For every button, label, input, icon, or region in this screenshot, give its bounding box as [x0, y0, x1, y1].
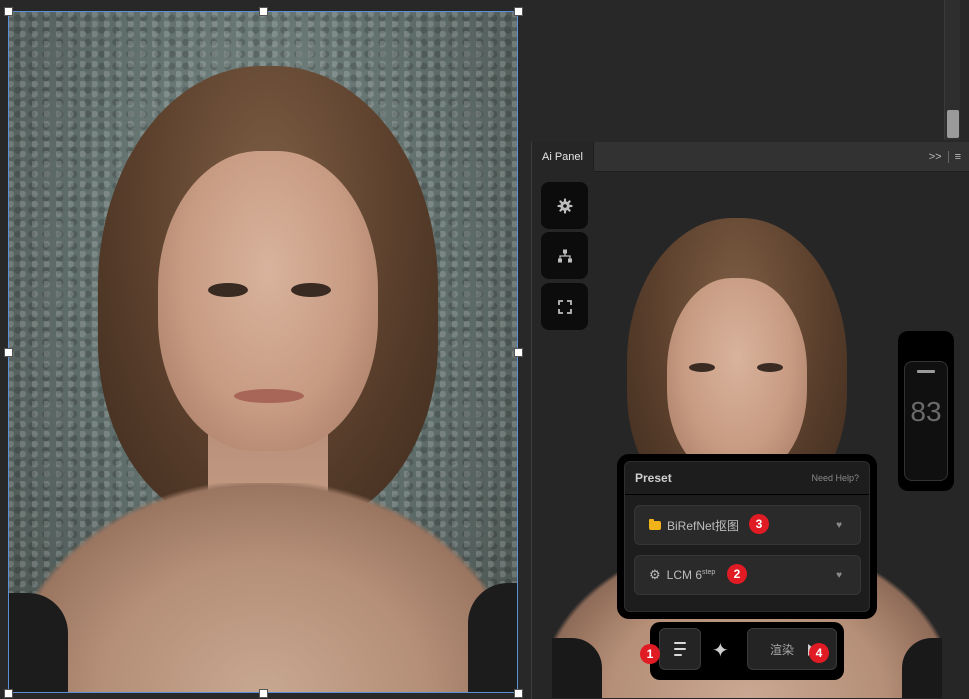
- tab-ai-panel[interactable]: Ai Panel: [532, 141, 594, 172]
- resize-handle-bottom[interactable]: [259, 689, 268, 698]
- portrait-shoulders: [8, 483, 518, 693]
- slider-handle[interactable]: [917, 370, 935, 373]
- portrait-face: [158, 151, 378, 451]
- panel-body: 83 Preset Need Help? BiRefNet抠图 ♥ ⚙ LCM …: [532, 173, 969, 699]
- slider-track[interactable]: 83: [904, 361, 948, 481]
- preset-item-lcm[interactable]: ⚙ LCM 6step ♥: [634, 555, 861, 595]
- preset-popup: Preset Need Help? BiRefNet抠图 ♥ ⚙ LCM 6st…: [617, 454, 877, 619]
- preset-list-button[interactable]: [659, 628, 701, 670]
- preset-header: Preset Need Help?: [625, 462, 869, 495]
- resize-handle-bottom-right[interactable]: [514, 689, 523, 698]
- panel-header: Ai Panel >> ≡: [532, 141, 969, 172]
- portrait-jacket-left: [8, 593, 68, 693]
- resize-handle-top-right[interactable]: [514, 7, 523, 16]
- portrait-jacket-right: [468, 583, 518, 693]
- sitemap-icon: [557, 249, 572, 262]
- strength-slider[interactable]: 83: [898, 331, 954, 491]
- resize-handle-right[interactable]: [514, 348, 523, 357]
- heart-icon[interactable]: ♥: [836, 570, 842, 581]
- settings-button[interactable]: [541, 182, 588, 229]
- resize-handle-left[interactable]: [4, 348, 13, 357]
- vertical-scrollbar[interactable]: [944, 0, 960, 140]
- ai-panel: Ai Panel >> ≡ 83 Preset Need Help? BiRef…: [531, 141, 969, 699]
- slider-value: 83: [910, 396, 942, 427]
- hamburger-menu-icon[interactable]: ≡: [955, 151, 961, 163]
- app-window: Ai Panel >> ≡ 83 Preset Need Help? BiRef…: [0, 0, 969, 699]
- annotation-badge-1: 1: [640, 644, 660, 664]
- annotation-badge-3: 3: [749, 514, 769, 534]
- resize-handle-top[interactable]: [259, 7, 268, 16]
- expand-icon[interactable]: >>: [929, 151, 942, 163]
- portrait-eye-left: [208, 283, 248, 297]
- preset-item-label: LCM 6step: [666, 568, 716, 582]
- preset-item-label: BiRefNet抠图: [667, 518, 740, 533]
- panel-menu: >> ≡: [929, 150, 969, 163]
- fullscreen-button[interactable]: [541, 283, 588, 330]
- preview-face: [667, 278, 807, 478]
- render-label: 渲染: [770, 642, 795, 657]
- gear-icon: [556, 197, 573, 214]
- portrait-mouth: [234, 389, 304, 403]
- expand-icon: [557, 299, 572, 314]
- resize-handle-top-left[interactable]: [4, 7, 13, 16]
- annotation-badge-2: 2: [727, 564, 747, 584]
- scrollbar-thumb[interactable]: [947, 110, 959, 138]
- annotation-badge-4: 4: [809, 643, 829, 663]
- gear-icon: ⚙: [649, 567, 661, 582]
- preview-eye-right: [757, 363, 783, 372]
- preset-title: Preset: [635, 471, 672, 485]
- folder-icon: [649, 518, 661, 530]
- heart-icon[interactable]: ♥: [836, 520, 842, 531]
- portrait-eye-right: [291, 283, 331, 297]
- sparkle-icon[interactable]: ✦: [712, 638, 729, 663]
- document-canvas-image[interactable]: [8, 11, 518, 693]
- preview-eye-left: [689, 363, 715, 372]
- workflow-button[interactable]: [541, 232, 588, 279]
- resize-handle-bottom-left[interactable]: [4, 689, 13, 698]
- preset-item-birefnet[interactable]: BiRefNet抠图 ♥: [634, 505, 861, 545]
- menu-divider: [947, 150, 949, 163]
- help-link[interactable]: Need Help?: [811, 473, 859, 483]
- preset-panel: Preset Need Help? BiRefNet抠图 ♥ ⚙ LCM 6st…: [624, 461, 870, 612]
